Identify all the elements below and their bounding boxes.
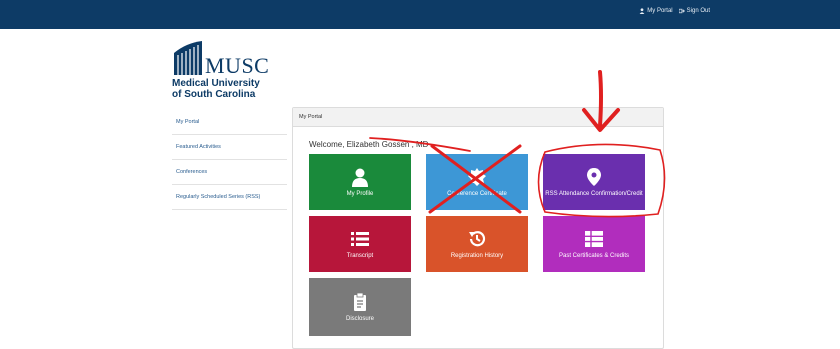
conference-certificate-label: Conference Certificate	[447, 190, 507, 197]
logo-line-2: of South Carolina	[172, 89, 256, 100]
sidebar: My Portal Featured Activities Conference…	[172, 110, 287, 210]
rss-attendance-tile[interactable]: RSS Attendance Confirmation/Credit	[543, 154, 645, 210]
grid-list-icon	[585, 230, 603, 247]
person-icon	[352, 168, 368, 187]
map-pin-icon	[587, 167, 601, 186]
registration-history-label: Registration History	[450, 252, 504, 259]
disclosure-tile[interactable]: Disclosure	[309, 278, 411, 336]
history-icon	[469, 230, 486, 246]
transcript-tile[interactable]: Transcript	[309, 216, 411, 272]
sidebar-item-featured-activities[interactable]: Featured Activities	[172, 135, 287, 160]
my-portal-link[interactable]: My Portal	[639, 8, 673, 14]
musc-logo-mark	[174, 41, 202, 75]
clipboard-icon	[354, 292, 366, 311]
sign-out-icon	[678, 8, 685, 14]
sidebar-item-my-portal[interactable]: My Portal	[172, 110, 287, 135]
user-icon	[639, 8, 645, 14]
my-profile-tile[interactable]: My Profile	[309, 154, 411, 210]
my-profile-label: My Profile	[346, 190, 374, 197]
badge-icon	[468, 167, 486, 186]
registration-history-tile[interactable]: Registration History	[426, 216, 528, 272]
rss-attendance-label: RSS Attendance Confirmation/Credit	[545, 190, 643, 197]
logo-subtitle: Medical University of South Carolina	[172, 78, 260, 100]
sidebar-item-conferences[interactable]: Conferences	[172, 160, 287, 185]
past-certificates-label: Past Certificates & Credits	[558, 252, 630, 259]
disclosure-label: Disclosure	[345, 315, 374, 322]
musc-logo[interactable]: MUSC Medical University of South Carolin…	[172, 41, 282, 101]
panel-title: My Portal	[293, 108, 663, 127]
transcript-label: Transcript	[346, 252, 374, 259]
past-certificates-tile[interactable]: Past Certificates & Credits	[543, 216, 645, 272]
top-bar: My Portal Sign Out	[0, 0, 840, 29]
welcome-text: Welcome, Elizabeth Gossen , MD	[309, 140, 429, 149]
portal-panel: My Portal Welcome, Elizabeth Gossen , MD…	[292, 107, 664, 349]
logo-word: MUSC	[205, 53, 270, 78]
my-portal-label: My Portal	[647, 8, 673, 14]
sign-out-label: Sign Out	[686, 8, 710, 14]
logo-line-1: Medical University	[172, 78, 260, 89]
top-links: My Portal Sign Out	[639, 8, 710, 14]
sign-out-link[interactable]: Sign Out	[678, 8, 710, 14]
list-icon	[351, 231, 369, 246]
conference-certificate-tile[interactable]: Conference Certificate	[426, 154, 528, 210]
sidebar-item-rss[interactable]: Regularly Scheduled Series (RSS)	[172, 185, 287, 210]
